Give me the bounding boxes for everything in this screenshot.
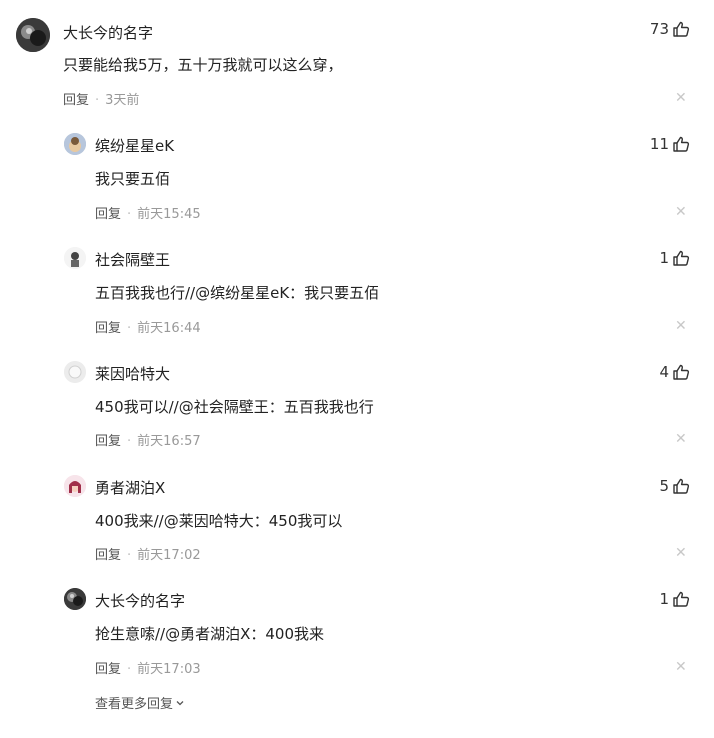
like-count: 5 [659,477,669,495]
comment-meta: 回复 · 前天16:57 [95,430,201,449]
chevron-down-icon [176,700,184,705]
like-button[interactable]: 11 [650,135,690,153]
thumbs-up-icon [673,478,690,494]
close-icon[interactable]: ✕ [675,204,687,220]
thumbs-up-icon [673,591,690,607]
username[interactable]: 大长今的名字 [63,22,153,43]
comment-meta: 回复 · 前天17:03 [95,658,201,677]
more-replies-label: 查看更多回复 [95,697,174,712]
avatar[interactable] [64,133,86,155]
username[interactable]: 勇者湖泊X [95,477,165,498]
timestamp: 前天16:57 [137,434,201,449]
comment-text: 400我来//@莱因哈特大：450我可以 [95,512,343,530]
avatar[interactable] [16,18,50,52]
reply-button[interactable]: 回复 [95,548,121,563]
separator-dot: · [127,321,132,336]
avatar[interactable] [64,361,86,383]
like-count: 4 [659,363,669,381]
thumbs-up-icon [673,21,690,37]
comment-meta: 回复 · 前天15:45 [95,203,201,222]
close-icon[interactable]: ✕ [675,545,687,561]
like-button[interactable]: 4 [659,363,690,381]
timestamp: 前天17:02 [137,548,201,563]
close-icon[interactable]: ✕ [675,318,687,334]
timestamp: 前天16:44 [137,321,201,336]
username[interactable]: 社会隔壁王 [95,249,170,270]
thumbs-up-icon [673,364,690,380]
comment-text: 抢生意嗦//@勇者湖泊X：400我来 [95,625,325,643]
timestamp: 前天17:03 [137,662,201,677]
comment-text: 五百我我也行//@缤纷星星eK：我只要五佰 [95,284,380,302]
comment-meta: 回复 · 3天前 [63,89,139,108]
like-count: 11 [649,135,669,153]
close-icon[interactable]: ✕ [675,431,687,447]
timestamp: 3天前 [105,93,140,108]
comment-text: 只要能给我5万，五十万我就可以这么穿， [63,56,343,74]
username[interactable]: 大长今的名字 [95,590,185,611]
comment-text: 450我可以//@社会隔壁王：五百我我也行 [95,398,374,416]
comment-text: 我只要五佰 [95,170,171,188]
reply-button[interactable]: 回复 [95,662,121,677]
like-button[interactable]: 5 [659,477,690,495]
separator-dot: · [95,93,100,108]
comment-meta: 回复 · 前天16:44 [95,317,201,336]
reply-button[interactable]: 回复 [95,321,121,336]
avatar[interactable] [64,247,86,269]
username[interactable]: 缤纷星星eK [95,135,174,156]
close-icon[interactable]: ✕ [675,659,687,675]
reply-button[interactable]: 回复 [95,207,121,222]
close-icon[interactable]: ✕ [675,90,687,106]
like-count: 1 [659,590,669,608]
username[interactable]: 莱因哈特大 [95,363,170,384]
separator-dot: · [127,548,132,563]
thumbs-up-icon [673,136,690,152]
like-button[interactable]: 73 [650,20,690,38]
like-button[interactable]: 1 [659,590,690,608]
comment-meta: 回复 · 前天17:02 [95,544,201,563]
separator-dot: · [127,434,132,449]
more-replies-button[interactable]: 查看更多回复 [95,693,185,712]
separator-dot: · [127,662,132,677]
avatar[interactable] [64,475,86,497]
reply-button[interactable]: 回复 [63,93,89,108]
reply-button[interactable]: 回复 [95,434,121,449]
like-count: 73 [649,20,669,38]
avatar[interactable] [64,588,86,610]
thumbs-up-icon [673,250,690,266]
timestamp: 前天15:45 [137,207,201,222]
separator-dot: · [127,207,132,222]
like-button[interactable]: 1 [659,249,690,267]
like-count: 1 [659,249,669,267]
